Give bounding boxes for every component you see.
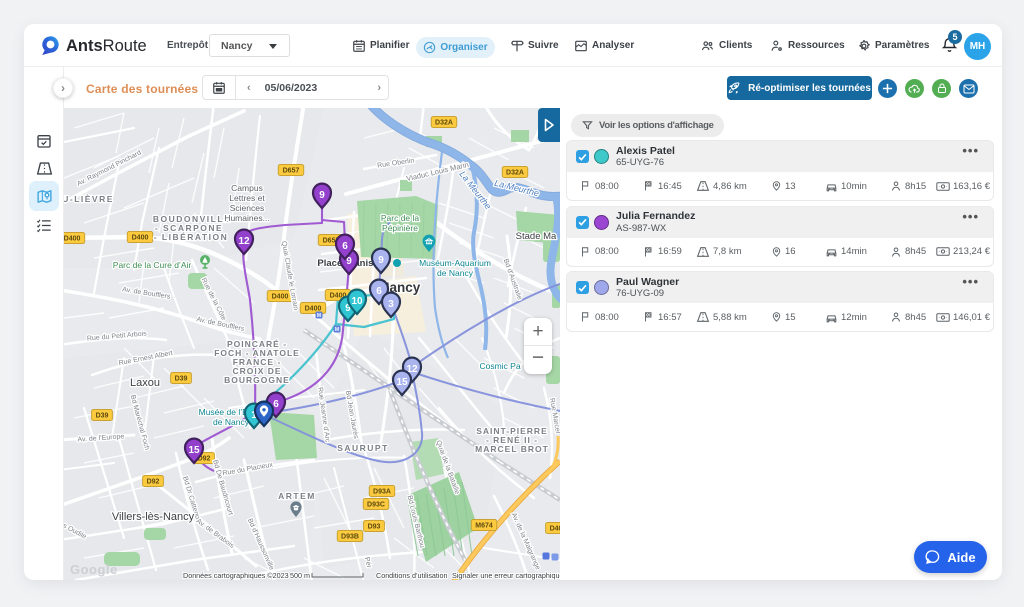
svg-text:Données cartographiques ©2023: Données cartographiques ©2023	[183, 571, 289, 580]
svg-text:Parc de la: Parc de la	[381, 213, 420, 223]
svg-text:Villers-lès-Nancy: Villers-lès-Nancy	[112, 511, 195, 523]
svg-text:- LIBÉRATION: - LIBÉRATION	[154, 232, 229, 242]
svg-text:Humaines...: Humaines...	[224, 213, 269, 223]
svg-text:Campus: Campus	[231, 183, 263, 193]
svg-text:D93: D93	[368, 524, 381, 531]
svg-text:12: 12	[238, 236, 250, 247]
svg-text:Sciences: Sciences	[230, 203, 265, 213]
svg-text:D400: D400	[64, 236, 80, 243]
svg-text:M674: M674	[475, 523, 493, 530]
svg-text:15: 15	[396, 377, 408, 388]
svg-text:D32A: D32A	[435, 120, 453, 127]
svg-text:M: M	[317, 313, 321, 319]
svg-text:OU-LIÈVRE: OU-LIÈVRE	[64, 194, 114, 204]
svg-text:10: 10	[351, 296, 363, 307]
svg-text:Parc de la Cure d’Air: Parc de la Cure d’Air	[113, 260, 192, 270]
svg-text:MARCEL BROT: MARCEL BROT	[475, 444, 549, 454]
svg-text:D32A: D32A	[506, 170, 524, 177]
svg-text:6: 6	[273, 399, 279, 410]
svg-text:BOURGOGNE: BOURGOGNE	[224, 375, 290, 385]
svg-text:500 m: 500 m	[290, 571, 310, 580]
svg-text:Cosmic Pa: Cosmic Pa	[479, 361, 520, 371]
svg-text:9: 9	[378, 255, 384, 266]
svg-text:D93B: D93B	[341, 534, 359, 541]
svg-text:D657: D657	[283, 168, 300, 175]
svg-text:D39: D39	[96, 413, 109, 420]
svg-text:Signaler une erreur cartograph: Signaler une erreur cartographique	[452, 571, 560, 580]
svg-text:D93A: D93A	[373, 489, 391, 496]
svg-text:Lettres et: Lettres et	[229, 193, 265, 203]
svg-text:Google: Google	[70, 562, 118, 577]
svg-text:D400: D400	[272, 294, 289, 301]
svg-text:3: 3	[388, 299, 394, 310]
svg-text:de Nancy: de Nancy	[213, 417, 250, 427]
svg-text:9: 9	[319, 190, 325, 201]
svg-text:Pépinière: Pépinière	[382, 223, 418, 233]
svg-text:15: 15	[188, 445, 200, 456]
svg-text:de Nancy: de Nancy	[437, 268, 474, 278]
svg-text:D39: D39	[175, 376, 188, 383]
svg-text:SAURUPT: SAURUPT	[337, 443, 389, 453]
svg-text:ARTEM: ARTEM	[278, 491, 316, 501]
svg-text:D92: D92	[147, 479, 160, 486]
svg-text:Stade Ma: Stade Ma	[516, 231, 557, 242]
svg-text:Laxou: Laxou	[130, 377, 160, 389]
svg-text:M: M	[335, 327, 339, 333]
svg-text:Conditions d’utilisation: Conditions d’utilisation	[376, 571, 448, 580]
svg-text:D40: D40	[550, 526, 560, 533]
svg-text:6: 6	[376, 286, 382, 297]
svg-text:D93C: D93C	[367, 502, 385, 509]
svg-text:6: 6	[342, 241, 348, 252]
svg-text:Muséum-Aquarium: Muséum-Aquarium	[419, 258, 491, 268]
svg-text:D400: D400	[132, 235, 149, 242]
